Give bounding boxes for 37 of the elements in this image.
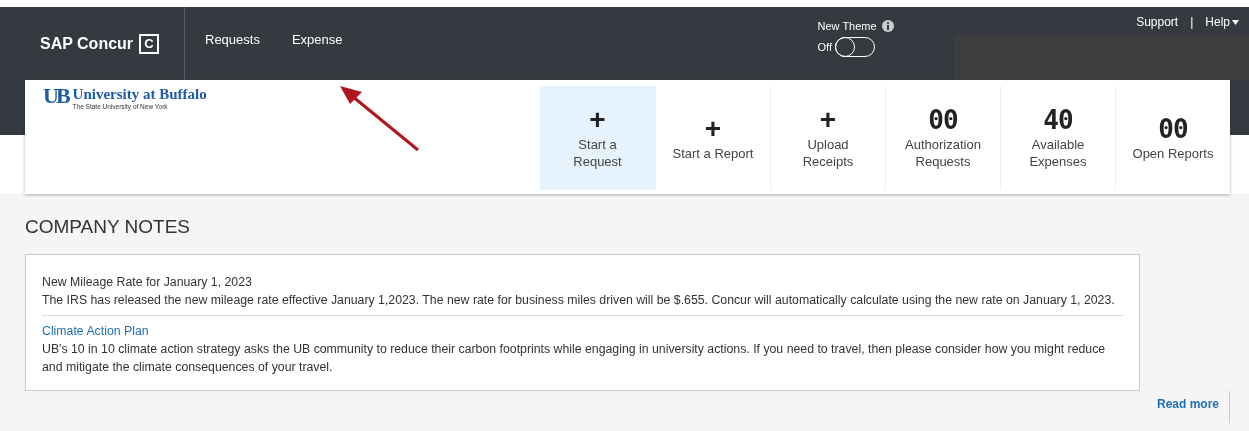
note-text: UB's 10 in 10 climate action strategy asks the UB community to reduce their carbon footprints while engaging in university actions. If you need to travel, then please consider how you might reduce and mitigate the climate consequences of your travel.: [42, 341, 1107, 376]
note-text: The IRS has released the new mileage rate effective January 1,2023. The new rate for business miles driven will be $.655. Concur will automatically calculate using the new rate on January 1, 2023.: [42, 292, 1116, 309]
new-theme-label: New Theme: [817, 20, 877, 32]
tile-label: Open Reports: [1131, 144, 1215, 162]
tile-count: 00: [928, 106, 958, 134]
quick-tile[interactable]: 40 Available Expenses: [1000, 86, 1115, 190]
help-menu[interactable]: Help: [1205, 15, 1239, 29]
tile-label: Upload Receipts: [801, 136, 855, 170]
nav-tab[interactable]: Requests: [205, 32, 260, 47]
nav-tab[interactable]: Expense: [291, 32, 343, 47]
caret-icon: [1232, 19, 1239, 25]
tile-label: Start a Request: [572, 136, 623, 170]
org-name: University at Buffalo: [72, 86, 207, 103]
read-more-link[interactable]: Read more: [1156, 397, 1219, 423]
plus-icon: +: [819, 106, 837, 134]
quick-tile[interactable]: + Start a Report: [655, 86, 770, 190]
section-title: COMPANY NOTES: [25, 216, 192, 238]
tile-count: 00: [1158, 114, 1188, 143]
quick-tile[interactable]: + Upload Receipts: [770, 86, 885, 190]
toggle-state-label: Off: [817, 41, 832, 53]
note-link[interactable]: Climate Action Plan: [42, 322, 1123, 340]
brand-logo: C: [139, 33, 160, 54]
separator: |: [1190, 15, 1194, 29]
brand-name: SAP Concur: [40, 34, 134, 53]
quick-tile[interactable]: 00 Open Reports: [1115, 86, 1230, 190]
tile-label: Authorization Requests: [904, 136, 982, 170]
plus-icon: +: [704, 114, 722, 143]
quick-tile[interactable]: + Start a Request: [540, 86, 655, 190]
quick-tile[interactable]: 00 Authorization Requests: [885, 86, 1000, 190]
tile-label: Start a Report: [671, 144, 755, 162]
info-icon[interactable]: [881, 20, 894, 32]
tile-label: Available Expenses: [1028, 136, 1088, 170]
tile-count: 40: [1043, 106, 1073, 134]
university-logo: UB: [43, 86, 68, 106]
note-title: New Mileage Rate for January 1, 2023: [42, 274, 253, 291]
support-link[interactable]: Support: [1136, 15, 1179, 29]
plus-icon: +: [589, 106, 606, 134]
